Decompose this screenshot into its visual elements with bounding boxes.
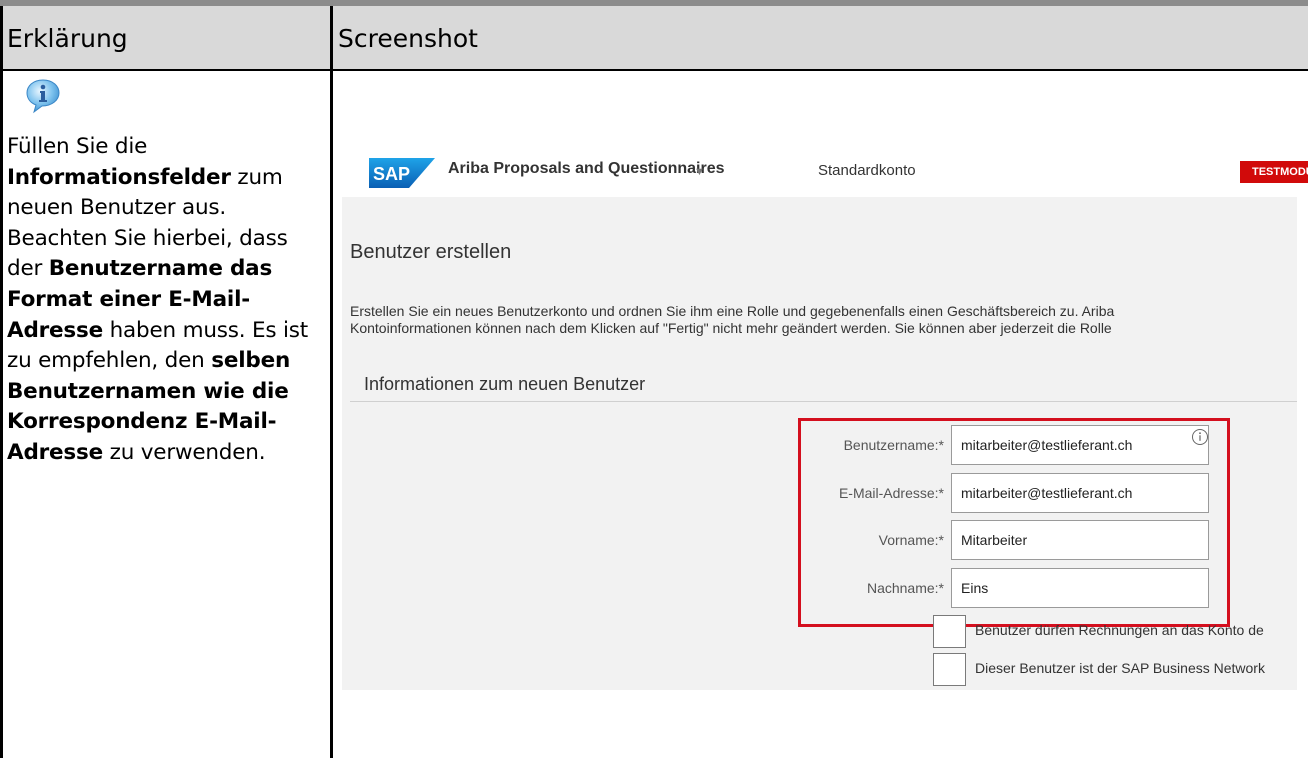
header-divider: [0, 69, 1308, 71]
explanation-part: zu verwenden.: [103, 439, 266, 465]
explanation-part: Füllen Sie die: [7, 134, 148, 159]
sap-logo-text: SAP: [373, 164, 410, 184]
checkbox-row-network: Dieser Benutzer ist der SAP Business Net…: [933, 653, 1297, 687]
create-user-panel: Benutzer erstellen Erstellen Sie ein neu…: [342, 197, 1297, 690]
table-header-row: Erklärung Screenshot: [0, 6, 1308, 70]
chevron-down-icon[interactable]: ▼: [694, 166, 705, 178]
checkbox-row-invoices: Benutzer dürfen Rechnungen an das Konto …: [933, 615, 1297, 649]
network-checkbox-label: Dieser Benutzer ist der SAP Business Net…: [975, 660, 1265, 676]
account-name[interactable]: Standardkonto: [818, 162, 916, 179]
table-left-border: [0, 6, 3, 758]
embedded-screenshot: SAP Ariba Proposals and Questionnaires ▼…: [342, 130, 1308, 690]
page-description: Erstellen Sie ein neues Benutzerkonto un…: [350, 303, 1297, 337]
instruction-table: Erklärung Screenshot Füllen Sie die Info…: [0, 0, 1308, 758]
highlight-frame: [798, 418, 1230, 627]
app-name[interactable]: Ariba Proposals and Questionnaires: [448, 160, 725, 178]
header-screenshot: Screenshot: [338, 23, 478, 53]
explanation-text: Füllen Sie die Informationsfelder zum ne…: [7, 132, 325, 469]
invoices-checkbox[interactable]: [933, 615, 966, 648]
page-title: Benutzer erstellen: [350, 241, 512, 263]
network-checkbox[interactable]: [933, 653, 966, 686]
column-divider: [330, 6, 333, 758]
explanation-highlight: Informationsfelder: [7, 164, 231, 190]
description-line: Erstellen Sie ein neues Benutzerkonto un…: [350, 303, 1115, 319]
info-icon: [26, 79, 60, 114]
test-mode-badge: TESTMODUS: [1240, 161, 1308, 183]
header-explanation: Erklärung: [7, 23, 128, 53]
invoices-checkbox-label: Benutzer dürfen Rechnungen an das Konto …: [975, 622, 1264, 638]
section-divider: [350, 401, 1297, 402]
description-line: Kontoinformationen können nach dem Klick…: [350, 320, 1112, 336]
sap-logo-icon: SAP: [369, 158, 435, 188]
section-title: Informationen zum neuen Benutzer: [364, 374, 646, 394]
app-header: SAP Ariba Proposals and Questionnaires ▼…: [342, 130, 1308, 188]
